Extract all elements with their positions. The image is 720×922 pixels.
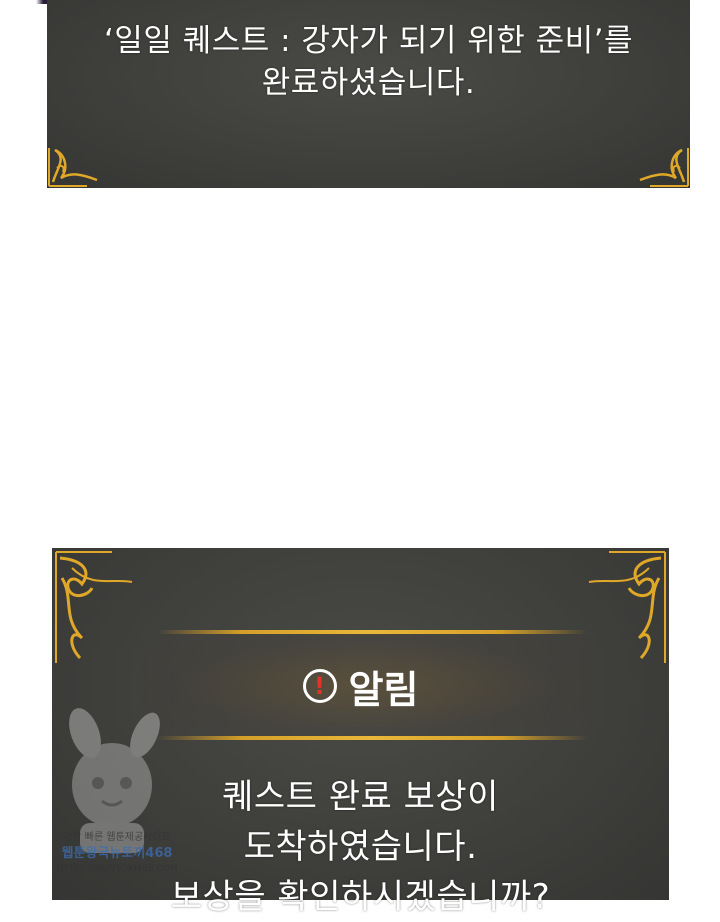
watermark-line-2: 웹툰왕국뉴토끼468 [61,846,173,861]
ornament-top-left-icon [55,551,133,663]
ornament-bottom-right-icon [639,148,689,187]
alert-icon: ! [302,669,337,703]
watermark-line-3: HTTPS://NEWTOKI468.COM [56,864,178,874]
quest-complete-line-2: 완료하셨습니다. [261,65,476,101]
quest-complete-panel: ‘일일 퀘스트 : 강자가 되기 위한 준비’를 완료하셨습니다. [47,0,690,188]
quest-complete-line-1: ‘일일 퀘스트 : 강자가 되기 위한 준비’를 [103,23,634,59]
notice-title-text: 알림 [348,667,419,712]
divider-bottom [157,736,587,740]
watermark-line-1: 가장 빠른 웹툰제공사이트 [63,832,171,843]
ornament-bottom-left-icon [48,148,98,187]
quest-complete-message: ‘일일 퀘스트 : 강자가 되기 위한 준비’를 완료하셨습니다. [47,20,690,104]
ornament-top-right-icon [588,551,666,663]
divider-top [157,630,587,634]
